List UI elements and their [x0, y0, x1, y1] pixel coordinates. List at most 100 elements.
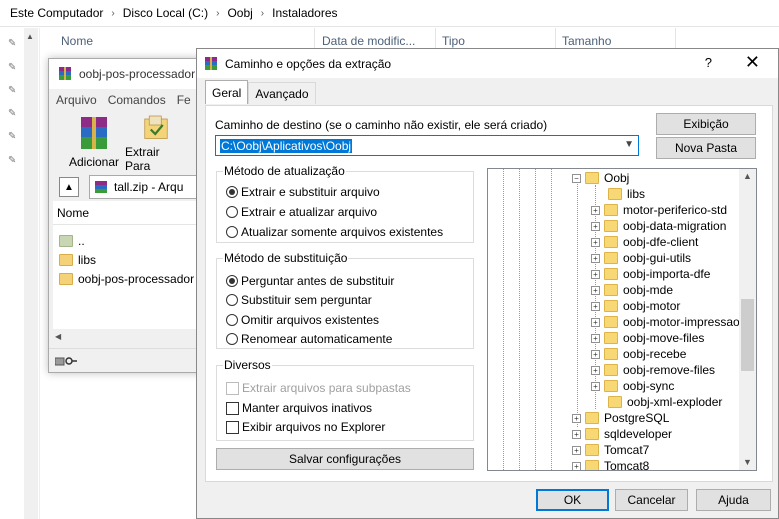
- expand-icon[interactable]: +: [591, 285, 600, 295]
- tree-node-oobj[interactable]: − Oobj: [572, 170, 629, 186]
- destination-path-combo[interactable]: C:\Oobj\Aplicativos\Oobj ▼: [215, 135, 639, 156]
- crumb-computer[interactable]: Este Computador: [6, 6, 107, 20]
- tree-node[interactable]: oobj-xml-exploder: [608, 394, 722, 410]
- expand-icon[interactable]: +: [591, 205, 600, 215]
- radio-button[interactable]: [226, 294, 238, 306]
- folder-icon: [604, 316, 618, 328]
- archive-add-icon: [81, 117, 107, 149]
- tree-node[interactable]: + oobj-motor: [591, 298, 680, 314]
- tree-label: Tomcat8: [604, 459, 650, 471]
- collapse-icon[interactable]: −: [572, 173, 581, 183]
- menu-arquivo[interactable]: Arquivo: [56, 93, 97, 107]
- tree-node[interactable]: + Tomcat8: [572, 458, 650, 471]
- tree-node[interactable]: + oobj-mde: [591, 282, 673, 298]
- crumb-instaladores[interactable]: Instaladores: [268, 6, 341, 20]
- radio-button[interactable]: [226, 186, 238, 198]
- tree-node[interactable]: + oobj-recebe: [591, 346, 686, 362]
- chevron-right-icon: ›: [260, 7, 265, 19]
- close-icon[interactable]: ✕: [745, 52, 760, 73]
- checkbox[interactable]: [226, 401, 239, 415]
- radio-button[interactable]: [226, 314, 238, 326]
- scroll-up-icon[interactable]: ▲: [743, 171, 752, 181]
- chevron-down-icon[interactable]: ▼: [624, 139, 634, 150]
- tree-node[interactable]: libs: [608, 186, 645, 202]
- tree-guide: [551, 169, 552, 470]
- add-button[interactable]: Adicionar: [63, 113, 125, 173]
- new-folder-button[interactable]: Nova Pasta: [656, 137, 756, 159]
- folder-icon: [585, 460, 599, 470]
- tab-avancado[interactable]: Avançado: [248, 82, 316, 104]
- pin-icon[interactable]: ✎: [8, 38, 20, 50]
- scroll-left-icon[interactable]: ◀: [55, 332, 61, 341]
- scroll-up-icon[interactable]: ▲: [26, 32, 34, 41]
- expand-icon[interactable]: +: [591, 301, 600, 311]
- radio-ask-before[interactable]: Perguntar antes de substituir: [226, 274, 394, 288]
- tree-node[interactable]: + oobj-remove-files: [591, 362, 715, 378]
- expand-icon[interactable]: +: [591, 349, 600, 359]
- radio-extract-update[interactable]: Extrair e atualizar arquivo: [226, 205, 377, 219]
- checkbox-keep-broken[interactable]: Manter arquivos inativos: [226, 401, 372, 415]
- expand-icon[interactable]: +: [591, 253, 600, 263]
- tab-geral[interactable]: Geral: [205, 80, 249, 104]
- tree-node[interactable]: + oobj-sync: [591, 378, 674, 394]
- expand-icon[interactable]: +: [572, 413, 581, 423]
- folder-icon: [585, 444, 599, 456]
- expand-icon[interactable]: +: [572, 461, 581, 470]
- pin-icon[interactable]: ✎: [8, 85, 20, 97]
- tree-node[interactable]: + oobj-move-files: [591, 330, 704, 346]
- radio-button[interactable]: [226, 275, 238, 287]
- expand-icon[interactable]: +: [591, 317, 600, 327]
- expand-icon[interactable]: +: [572, 429, 581, 439]
- radio-overwrite-no-ask[interactable]: Substituir sem perguntar: [226, 293, 372, 307]
- radio-extract-replace[interactable]: Extrair e substituir arquivo: [226, 185, 380, 199]
- radio-button[interactable]: [226, 206, 238, 218]
- help-dialog-button[interactable]: Ajuda: [696, 489, 771, 511]
- expand-icon[interactable]: +: [591, 381, 600, 391]
- expand-icon[interactable]: +: [591, 333, 600, 343]
- tree-label: Oobj: [604, 171, 630, 185]
- tree-node[interactable]: + sqldeveloper: [572, 426, 672, 442]
- tree-node[interactable]: + motor-periferico-std: [591, 202, 727, 218]
- expand-icon[interactable]: +: [572, 445, 581, 455]
- tree-node[interactable]: + oobj-data-migration: [591, 218, 726, 234]
- checkbox-show-in-explorer[interactable]: Exibir arquivos no Explorer: [226, 420, 385, 434]
- scroll-down-icon[interactable]: ▼: [743, 457, 752, 467]
- expand-icon[interactable]: +: [591, 221, 600, 231]
- cancel-button[interactable]: Cancelar: [615, 489, 688, 511]
- dialog-title-bar[interactable]: Caminho e opções da extração ? ✕: [197, 49, 778, 78]
- tree-node[interactable]: + PostgreSQL: [572, 410, 669, 426]
- help-button[interactable]: ?: [705, 55, 712, 70]
- save-settings-button[interactable]: Salvar configurações: [216, 448, 474, 470]
- expand-icon[interactable]: +: [591, 365, 600, 375]
- menu-comandos[interactable]: Comandos: [108, 93, 166, 107]
- pin-icon[interactable]: ✎: [8, 108, 20, 120]
- expand-icon[interactable]: +: [591, 237, 600, 247]
- radio-rename-auto[interactable]: Renomear automaticamente: [226, 332, 392, 346]
- tree-node[interactable]: + oobj-dfe-client: [591, 234, 698, 250]
- scroll-thumb[interactable]: [741, 299, 754, 371]
- pin-icon[interactable]: ✎: [8, 62, 20, 74]
- nav-scrollbar[interactable]: ▲: [24, 28, 38, 519]
- radio-button[interactable]: [226, 333, 238, 345]
- radio-button[interactable]: [226, 226, 238, 238]
- pin-icon[interactable]: ✎: [8, 131, 20, 143]
- crumb-disk[interactable]: Disco Local (C:): [119, 6, 212, 20]
- extract-to-button[interactable]: Extrair Para: [125, 113, 187, 173]
- crumb-oobj[interactable]: Oobj: [223, 6, 256, 20]
- menu-ferramentas[interactable]: Fe: [177, 93, 191, 107]
- ok-button[interactable]: OK: [536, 489, 609, 511]
- tree-node[interactable]: + oobj-motor-impressao: [591, 314, 740, 330]
- radio-update-existing[interactable]: Atualizar somente arquivos existentes: [226, 225, 443, 239]
- expand-icon[interactable]: +: [591, 269, 600, 279]
- tree-node[interactable]: + oobj-gui-utils: [591, 250, 691, 266]
- folder-tree[interactable]: − Oobj libs + motor-periferico-std + oobj-d…: [487, 168, 757, 471]
- tree-node[interactable]: + oobj-importa-dfe: [591, 266, 710, 282]
- tree-label: oobj-mde: [623, 283, 674, 297]
- view-button[interactable]: Exibição: [656, 113, 756, 135]
- radio-skip-existing[interactable]: Omitir arquivos existentes: [226, 313, 379, 327]
- up-folder-button[interactable]: ▲: [59, 177, 79, 197]
- tree-node[interactable]: + Tomcat7: [572, 442, 649, 458]
- checkbox[interactable]: [226, 420, 239, 434]
- pin-icon[interactable]: ✎: [8, 155, 20, 167]
- tree-scrollbar[interactable]: ▲ ▼: [739, 169, 756, 470]
